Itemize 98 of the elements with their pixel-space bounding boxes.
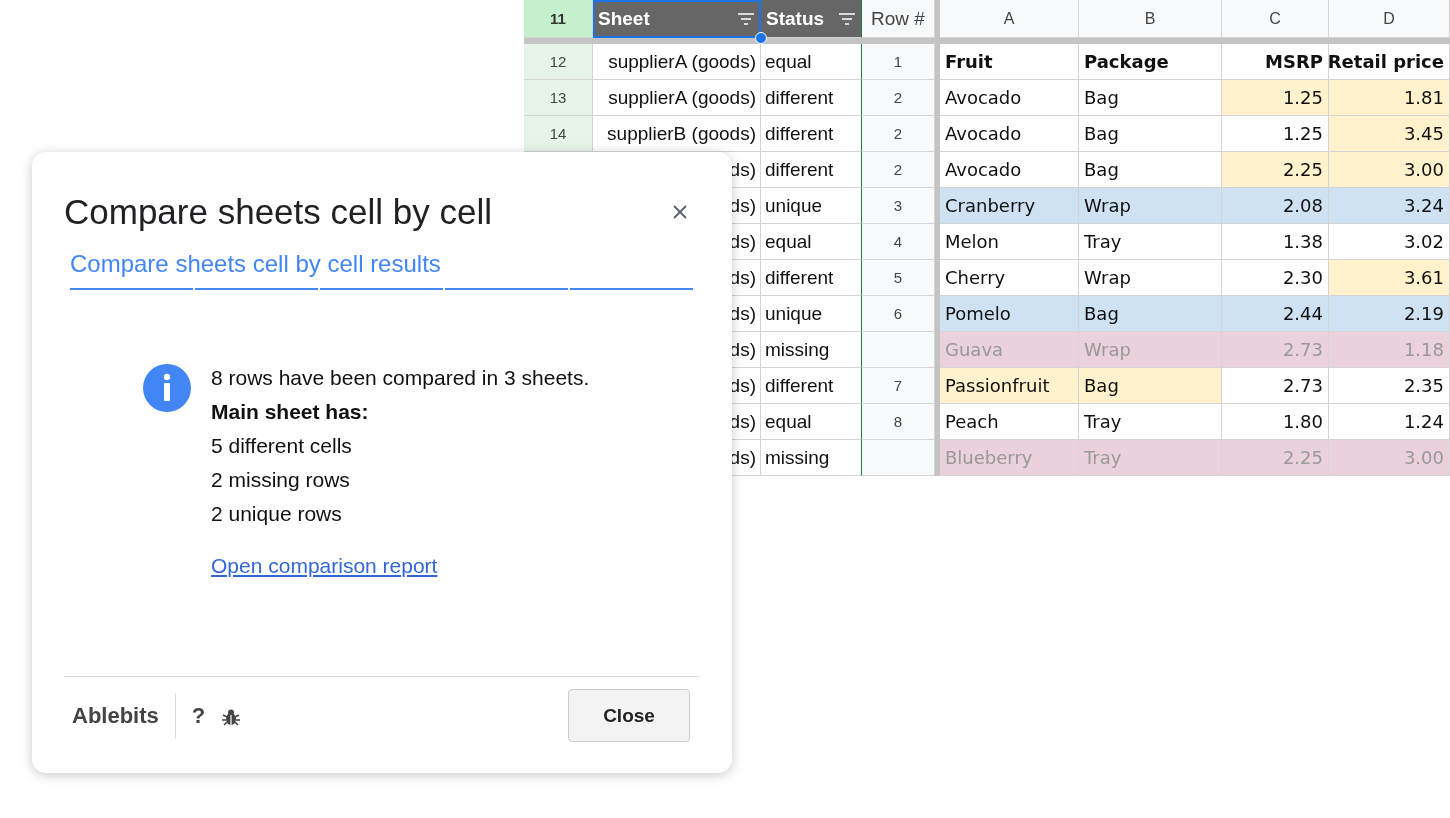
table-cell: 2 — [862, 116, 935, 152]
table-cell: Tray — [1079, 440, 1222, 476]
table-cell: 2.35 — [1329, 368, 1450, 404]
table-cell: Avocado — [940, 80, 1079, 116]
table-cell: 3.61 — [1329, 260, 1450, 296]
table-cell: Blueberry — [940, 440, 1079, 476]
table-cell: Bag — [1079, 368, 1222, 404]
table-cell: different — [761, 80, 862, 116]
table-cell: Package — [1079, 44, 1222, 80]
table-cell: 2.44 — [1222, 296, 1329, 332]
row-number: 13 — [524, 80, 593, 116]
table-cell: equal — [761, 224, 862, 260]
table-cell: 1 — [862, 44, 935, 80]
table-cell: Melon — [940, 224, 1079, 260]
summary-text: 2 missing rows — [211, 467, 351, 493]
table-cell: 8 — [862, 404, 935, 440]
table-cell: 2.08 — [1222, 188, 1329, 224]
table-cell: 2.73 — [1222, 368, 1329, 404]
table-cell: different — [761, 116, 862, 152]
table-cell: supplierB (goods) — [593, 116, 761, 152]
table-cell: Wrap — [1079, 188, 1222, 224]
table-cell: Bag — [1079, 116, 1222, 152]
table-cell: 1.25 — [1222, 116, 1329, 152]
table-cell: Passionfruit — [940, 368, 1079, 404]
table-cell: 1.80 — [1222, 404, 1329, 440]
table-cell: equal — [761, 404, 862, 440]
table-cell: Avocado — [940, 152, 1079, 188]
table-cell: 2 — [862, 152, 935, 188]
table-cell: Wrap — [1079, 332, 1222, 368]
table-cell: Cherry — [940, 260, 1079, 296]
column-letter[interactable]: B — [1079, 0, 1222, 38]
column-header[interactable]: Row # — [862, 0, 935, 38]
table-cell: 2.73 — [1222, 332, 1329, 368]
table-cell: 3.45 — [1329, 116, 1450, 152]
table-cell: supplierA (goods) — [593, 80, 761, 116]
column-header[interactable]: Status — [761, 0, 862, 38]
table-cell: Peach — [940, 404, 1079, 440]
table-cell: 2.19 — [1329, 296, 1450, 332]
column-letter[interactable]: C — [1222, 0, 1329, 38]
table-cell: unique — [761, 296, 862, 332]
summary-text: 5 different cells — [211, 433, 353, 459]
report-link[interactable]: Open comparison report — [211, 554, 438, 578]
table-cell: missing — [761, 332, 862, 368]
table-cell: 2 — [862, 80, 935, 116]
row-number: 12 — [524, 44, 593, 80]
table-cell: different — [761, 152, 862, 188]
info-icon — [143, 364, 191, 412]
table-cell: Bag — [1079, 296, 1222, 332]
table-cell: 4 — [862, 224, 935, 260]
table-cell: 3 — [862, 188, 935, 224]
table-cell: 3.02 — [1329, 224, 1450, 260]
table-cell: 1.38 — [1222, 224, 1329, 260]
filter-icon[interactable] — [737, 12, 755, 25]
table-cell: Wrap — [1079, 260, 1222, 296]
brand-logo: Ablebits — [72, 702, 159, 729]
table-cell: Avocado — [940, 116, 1079, 152]
table-cell: 1.24 — [1329, 404, 1450, 440]
table-cell: Bag — [1079, 80, 1222, 116]
table-cell: 7 — [862, 368, 935, 404]
table-cell: 3.00 — [1329, 152, 1450, 188]
table-cell: 3.24 — [1329, 188, 1450, 224]
table-cell: 1.25 — [1222, 80, 1329, 116]
table-cell: equal — [761, 44, 862, 80]
help-link[interactable]: ? — [191, 702, 206, 729]
table-cell: 3.00 — [1329, 440, 1450, 476]
table-cell: different — [761, 368, 862, 404]
close-button[interactable]: Close — [568, 689, 690, 742]
table-cell: MSRP — [1222, 44, 1329, 80]
summary-text: 8 rows have been compared in 3 sheets. — [211, 365, 590, 391]
table-cell: Fruit — [940, 44, 1079, 80]
table-cell: different — [761, 260, 862, 296]
table-cell: Pomelo — [940, 296, 1079, 332]
table-cell: Guava — [940, 332, 1079, 368]
table-cell: missing — [761, 440, 862, 476]
table-cell: 6 — [862, 296, 935, 332]
table-cell: 2.30 — [1222, 260, 1329, 296]
table-cell: Bag — [1079, 152, 1222, 188]
column-header[interactable]: Sheet — [593, 0, 761, 38]
column-letter[interactable]: D — [1329, 0, 1450, 38]
table-cell: 5 — [862, 260, 935, 296]
column-letter[interactable]: A — [940, 0, 1079, 38]
table-cell: supplierA (goods) — [593, 44, 761, 80]
close-icon[interactable] — [672, 204, 688, 220]
row-number[interactable]: 11 — [524, 0, 593, 38]
table-cell: 1.81 — [1329, 80, 1450, 116]
dialog-title: Compare sheets cell by cell — [64, 192, 492, 232]
table-cell: Tray — [1079, 224, 1222, 260]
summary-text: 2 unique rows — [211, 501, 343, 527]
table-cell: 2.25 — [1222, 440, 1329, 476]
table-cell: Cranberry — [940, 188, 1079, 224]
table-cell: 2.25 — [1222, 152, 1329, 188]
table-cell: Tray — [1079, 404, 1222, 440]
table-cell: Retail price — [1329, 44, 1450, 80]
filter-icon[interactable] — [838, 12, 856, 25]
summary-text: Main sheet has: — [211, 399, 370, 425]
table-cell: 1.18 — [1329, 332, 1450, 368]
table-cell: unique — [761, 188, 862, 224]
row-number: 14 — [524, 116, 593, 152]
